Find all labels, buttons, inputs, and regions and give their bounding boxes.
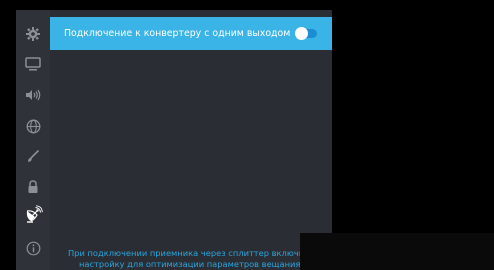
monitor-icon bbox=[25, 57, 41, 71]
sidebar-item-info[interactable] bbox=[16, 236, 50, 260]
globe-icon bbox=[26, 119, 41, 134]
settings-panel: Подключение к конвертеру с одним выходом… bbox=[50, 10, 332, 270]
background-shade bbox=[300, 233, 494, 270]
toggle-knob bbox=[295, 27, 308, 40]
hint-line-2: настройку для оптимизации параметров вещ… bbox=[78, 259, 304, 269]
lock-icon bbox=[27, 180, 39, 194]
gear-icon bbox=[26, 27, 40, 41]
sidebar-item-appearance[interactable] bbox=[16, 144, 50, 168]
sidebar-item-network[interactable] bbox=[16, 114, 50, 138]
single-output-converter-option[interactable]: Подключение к конвертеру с одним выходом bbox=[50, 17, 332, 50]
option-label: Подключение к конвертеру с одним выходом bbox=[64, 28, 291, 39]
sidebar-item-security[interactable] bbox=[16, 175, 50, 199]
settings-screen: Подключение к конвертеру с одним выходом… bbox=[0, 0, 494, 270]
sidebar-item-satellite[interactable] bbox=[16, 203, 50, 227]
sidebar-item-sound[interactable] bbox=[16, 83, 50, 107]
info-icon bbox=[26, 241, 41, 256]
hint-text: При подключении приемника через сплиттер… bbox=[50, 248, 332, 270]
brush-icon bbox=[26, 149, 40, 163]
satellite-dish-icon bbox=[23, 205, 43, 225]
settings-sidebar bbox=[16, 10, 50, 270]
single-output-converter-toggle[interactable] bbox=[295, 27, 317, 40]
sidebar-item-general[interactable] bbox=[16, 22, 50, 46]
sidebar-item-display[interactable] bbox=[16, 52, 50, 76]
speaker-icon bbox=[25, 89, 41, 101]
hint-line-1: При подключении приемника через сплиттер… bbox=[67, 248, 315, 258]
